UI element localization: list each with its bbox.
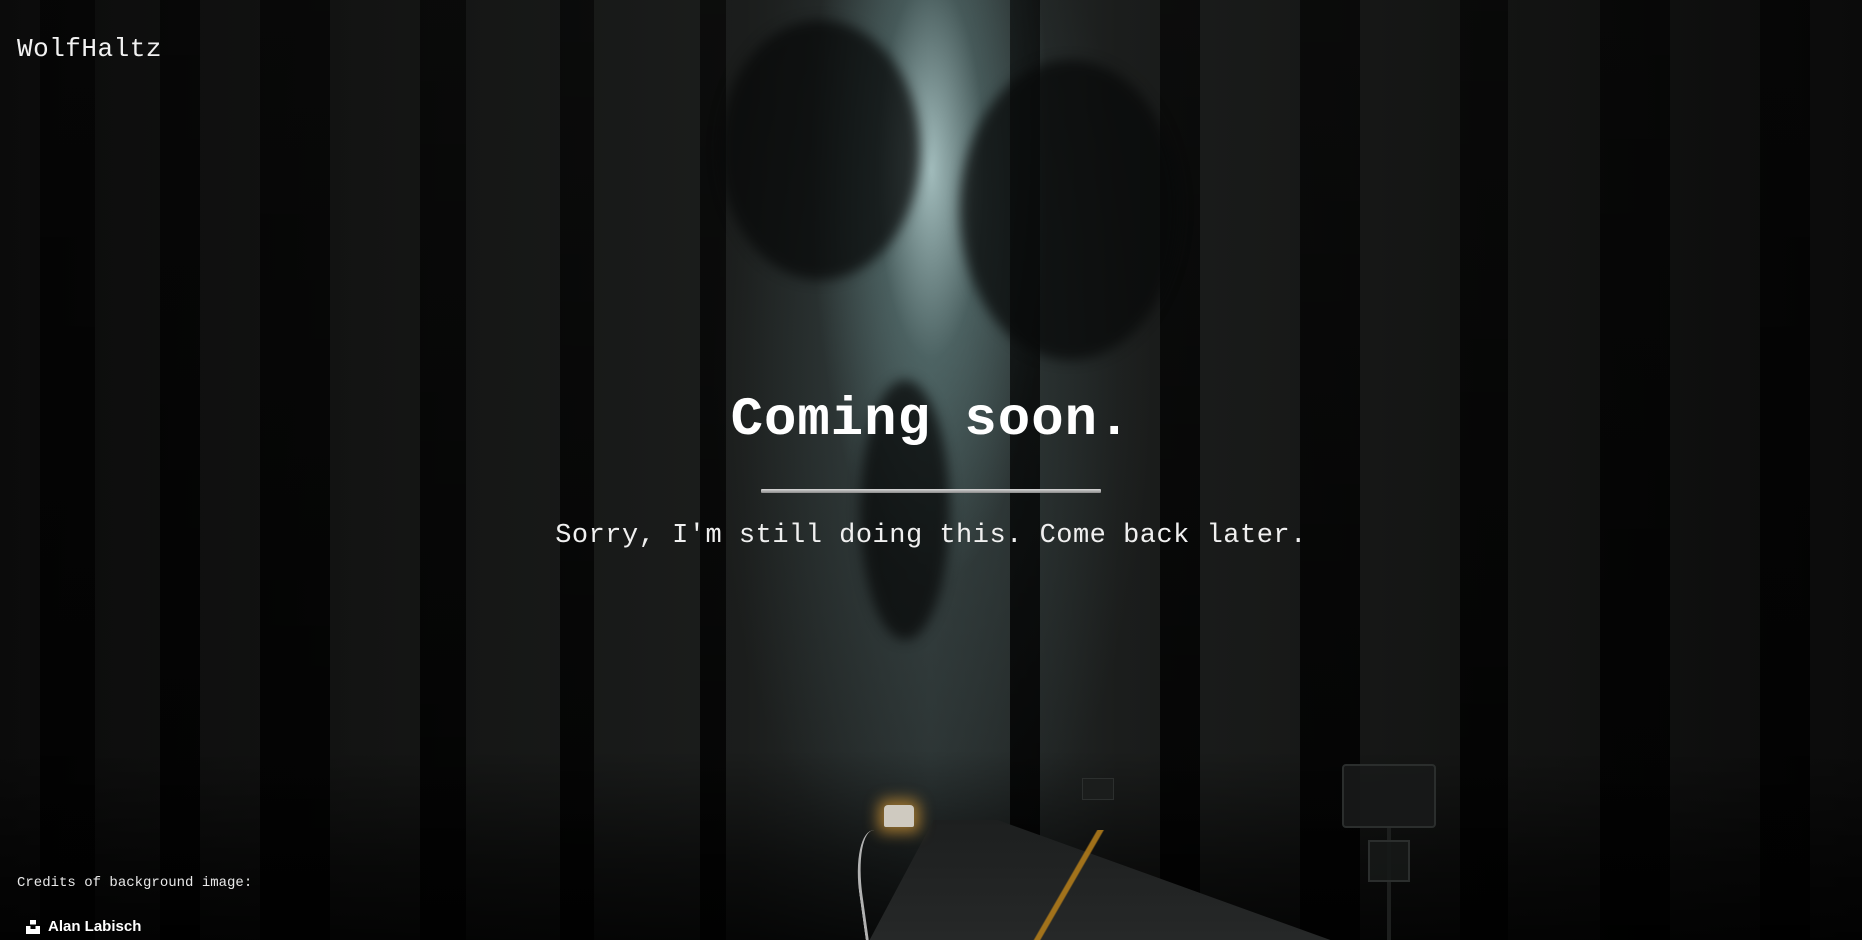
background-sign	[1368, 840, 1410, 882]
background-foliage	[720, 20, 920, 280]
background-sign	[1342, 764, 1436, 828]
photographer-name: Alan Labisch	[48, 918, 142, 935]
page-title: Coming soon.	[730, 390, 1132, 451]
background-sign	[1082, 778, 1114, 800]
unsplash-icon	[26, 919, 40, 934]
background-foliage	[960, 60, 1180, 360]
brand-name[interactable]: WolfHaltz	[17, 34, 162, 64]
title-divider	[761, 489, 1101, 493]
credits-label: Credits of background image:	[17, 875, 253, 891]
photographer-credit-link[interactable]: Alan Labisch	[26, 918, 141, 935]
background-road-line	[938, 830, 1198, 940]
hero-section: Coming soon. Sorry, I'm still doing this…	[0, 390, 1862, 551]
background-car	[884, 805, 914, 827]
page-subtitle: Sorry, I'm still doing this. Come back l…	[555, 521, 1307, 551]
